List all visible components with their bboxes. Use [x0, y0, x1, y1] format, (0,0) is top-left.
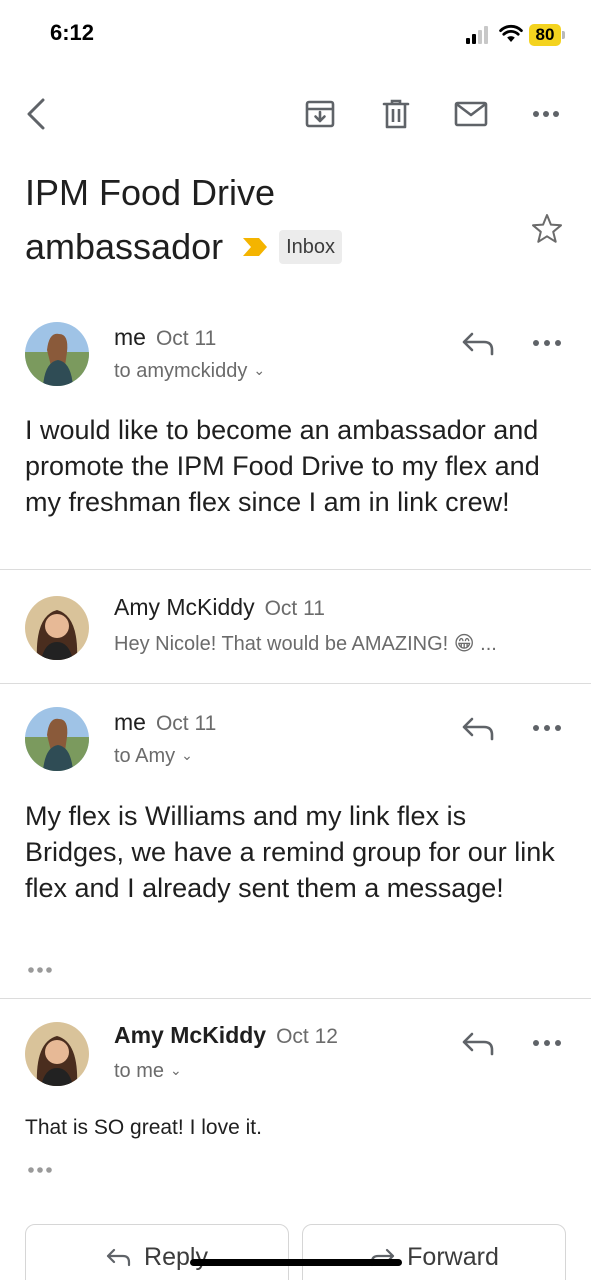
- battery-icon: 80: [529, 24, 565, 46]
- cellular-signal-icon: [466, 26, 492, 44]
- avatar[interactable]: [25, 1022, 89, 1086]
- sender-name: Amy McKiddy Oct 12: [114, 1022, 338, 1048]
- battery-level: 80: [535, 25, 555, 44]
- email-subject: IPM Food Drive ambassador Inbox: [25, 166, 505, 274]
- more-horizontal-icon[interactable]: [522, 88, 570, 140]
- more-horizontal-icon[interactable]: [530, 722, 564, 734]
- show-trimmed-content-icon[interactable]: [25, 965, 59, 975]
- sender-name: Amy McKiddy Oct 11: [114, 594, 325, 620]
- message-date: Oct 12: [276, 1025, 338, 1048]
- reply-icon: [106, 1248, 131, 1267]
- divider: [0, 998, 591, 999]
- message-body: My flex is Williams and my link flex is …: [25, 801, 555, 903]
- message-toolbar: [0, 88, 591, 140]
- divider: [0, 683, 591, 684]
- mail-icon[interactable]: [447, 88, 495, 140]
- back-chevron-icon[interactable]: [12, 88, 60, 140]
- message-body: That is SO great! I love it.: [25, 1116, 262, 1139]
- avatar[interactable]: [25, 322, 89, 386]
- home-indicator[interactable]: [190, 1259, 402, 1266]
- reply-icon[interactable]: [460, 713, 496, 743]
- chevron-down-icon: ⌄: [170, 1062, 182, 1078]
- avatar[interactable]: [25, 596, 89, 660]
- sender-name: me Oct 11: [114, 324, 217, 350]
- trash-icon[interactable]: [372, 88, 420, 140]
- avatar[interactable]: [25, 707, 89, 771]
- wifi-icon: [499, 24, 523, 42]
- forward-label: Forward: [407, 1242, 499, 1271]
- status-time: 6:12: [50, 20, 95, 45]
- status-bar: 6:12 80: [0, 0, 591, 70]
- reply-label: Reply: [144, 1242, 208, 1271]
- message-date: Oct 11: [264, 597, 325, 620]
- subject-line-1: IPM Food Drive: [25, 172, 276, 213]
- message-date: Oct 11: [155, 712, 217, 735]
- reply-icon[interactable]: [460, 1028, 496, 1058]
- inbox-label-chip[interactable]: Inbox: [279, 230, 343, 264]
- importance-marker-icon[interactable]: [241, 236, 269, 258]
- chevron-down-icon: ⌄: [181, 747, 193, 763]
- forward-button[interactable]: Forward: [302, 1224, 566, 1280]
- recipient-dropdown[interactable]: to Amy ⌄: [114, 745, 193, 768]
- reply-icon[interactable]: [460, 328, 496, 358]
- message-date: Oct 11: [155, 327, 217, 350]
- more-horizontal-icon[interactable]: [530, 337, 564, 349]
- archive-icon[interactable]: [296, 88, 344, 140]
- message-body: I would like to become an ambassador and…: [25, 415, 540, 517]
- subject-line-2: ambassador: [25, 226, 224, 267]
- show-trimmed-content-icon[interactable]: [25, 1165, 59, 1175]
- recipient-dropdown[interactable]: to amymckiddy ⌄: [114, 360, 265, 383]
- recipient-dropdown[interactable]: to me ⌄: [114, 1060, 182, 1083]
- more-horizontal-icon[interactable]: [530, 1037, 564, 1049]
- message-snippet: Hey Nicole! That would be AMAZING! 😁 ...: [114, 633, 497, 655]
- divider: [0, 569, 591, 570]
- sender-name: me Oct 11: [114, 709, 217, 735]
- star-icon[interactable]: [530, 212, 564, 246]
- chevron-down-icon: ⌄: [253, 362, 266, 378]
- reply-button[interactable]: Reply: [25, 1224, 289, 1280]
